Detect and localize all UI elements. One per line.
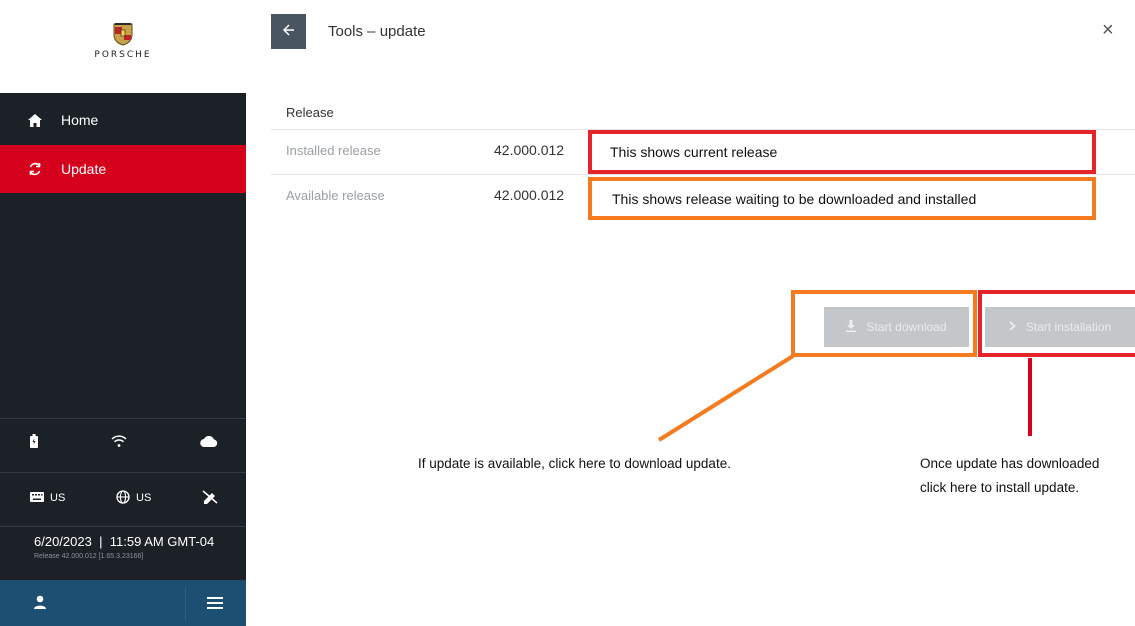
download-note: If update is available, click here to do… <box>418 456 731 471</box>
install-note-line-1: Once update has downloaded <box>920 456 1100 471</box>
annotation-leader-lines <box>657 354 1032 442</box>
install-note-line-2: click here to install update. <box>920 480 1080 495</box>
